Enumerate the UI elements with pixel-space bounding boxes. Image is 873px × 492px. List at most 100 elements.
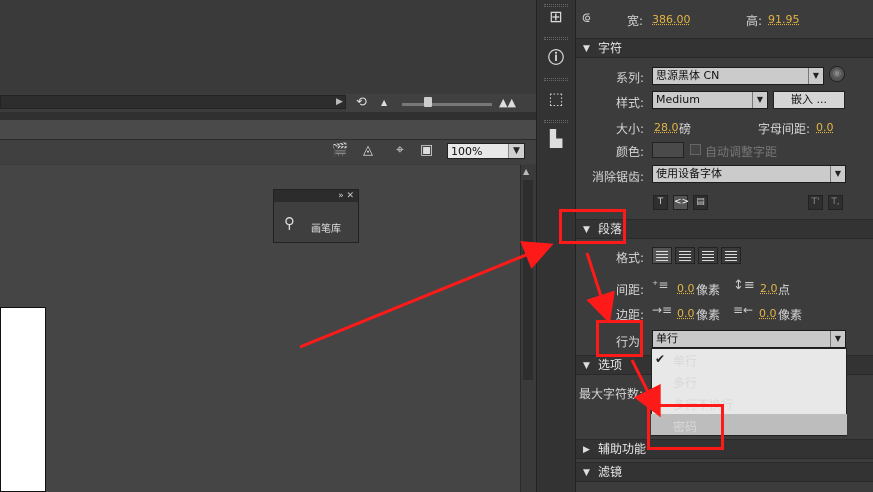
- indent-value[interactable]: 0.0: [677, 282, 695, 295]
- width-value[interactable]: 386.00: [652, 13, 691, 26]
- section-title: 辅助功能: [598, 442, 647, 456]
- slider-thumb[interactable]: [424, 97, 432, 107]
- line-spacing-unit: 点: [778, 283, 791, 297]
- canvas-area[interactable]: [0, 165, 520, 492]
- antialias-select[interactable]: 使用设备字体 ▼: [652, 165, 846, 183]
- scrollbar-thumb[interactable]: [523, 180, 533, 380]
- horizontal-scrollbar[interactable]: [0, 95, 346, 109]
- font-style-select[interactable]: Medium ▼: [652, 91, 768, 109]
- clip-icon[interactable]: ▣: [420, 142, 433, 158]
- height-value[interactable]: 91.95: [768, 13, 800, 26]
- globe-icon[interactable]: ◉: [829, 66, 845, 82]
- border-icon[interactable]: ▤: [693, 195, 708, 210]
- font-style-value: Medium: [656, 93, 700, 106]
- chevron-right-icon: ▶: [583, 445, 590, 455]
- tracking-label: 字母间距:: [758, 122, 811, 136]
- color-label: 颜色:: [616, 145, 645, 159]
- subscript-icon[interactable]: T,: [828, 195, 843, 210]
- justify-button[interactable]: [721, 247, 741, 264]
- align-center-button[interactable]: [675, 247, 695, 264]
- menu-item-multiline[interactable]: 多行: [673, 374, 697, 391]
- chevron-down-icon: ▼: [830, 166, 845, 182]
- style-label: 样式:: [616, 96, 645, 110]
- symbol-icon[interactable]: ◬: [363, 143, 373, 158]
- antialias-value: 使用设备字体: [656, 167, 722, 180]
- align-right-button[interactable]: [698, 247, 718, 264]
- info-icon[interactable]: ⓘ: [544, 47, 568, 69]
- tracking-value[interactable]: 0.0: [816, 121, 834, 134]
- stage-canvas[interactable]: [0, 307, 46, 492]
- transform-icon[interactable]: ⬚: [544, 88, 568, 110]
- zoom-select[interactable]: 100% ▼: [447, 143, 525, 159]
- scroll-right-arrow-icon[interactable]: ▶: [336, 97, 343, 107]
- loop-icon[interactable]: ⟲: [356, 95, 367, 110]
- section-title: 字符: [598, 41, 623, 55]
- scroll-up-arrow-icon[interactable]: ▲: [523, 167, 529, 176]
- timeline-zoom-slider[interactable]: [402, 103, 492, 106]
- section-accessibility[interactable]: ▶ 辅助功能: [576, 439, 873, 459]
- spacing-label: 间距:: [616, 283, 645, 297]
- right-margin-value[interactable]: 0.0: [759, 307, 777, 320]
- antialias-label: 消除锯齿:: [592, 170, 645, 184]
- panel-header: » ✕: [274, 190, 358, 202]
- embed-button[interactable]: 嵌入 ...: [773, 91, 845, 109]
- chevron-down-icon: ▼: [583, 361, 590, 371]
- left-margin-icon: →≡: [652, 303, 673, 317]
- auto-kern-label: 自动调整字距: [705, 145, 778, 159]
- clapper-icon[interactable]: 🎬: [332, 143, 348, 158]
- chevron-down-icon: ▼: [583, 468, 590, 478]
- stage-panel-bar: [0, 120, 536, 140]
- stage-top-area: [0, 0, 536, 94]
- chevron-down-icon: ▼: [508, 144, 524, 158]
- font-family-select[interactable]: 思源黑体 CN ▼: [652, 67, 824, 85]
- section-filters[interactable]: ▼ 滤镜: [576, 462, 873, 482]
- brush-library-label[interactable]: 画笔库: [311, 220, 341, 235]
- auto-kern-checkbox[interactable]: [690, 144, 701, 155]
- max-chars-label: 最大字符数:: [579, 387, 644, 401]
- width-label: 宽:: [627, 14, 644, 28]
- left-margin-value[interactable]: 0.0: [677, 307, 695, 320]
- align-left-button[interactable]: [652, 247, 672, 264]
- menu-item-single-line[interactable]: 单行: [673, 352, 697, 369]
- selectable-icon[interactable]: T: [653, 195, 668, 210]
- right-margin-icon: ≡←: [733, 303, 754, 317]
- superscript-icon[interactable]: T': [808, 195, 823, 210]
- render-html-icon[interactable]: <>: [673, 195, 689, 210]
- zoom-in-icon[interactable]: ▲▲: [499, 96, 516, 109]
- align-left-icon[interactable]: ▙: [544, 128, 568, 150]
- indent-icon: ⁺≡: [652, 278, 669, 292]
- line-spacing-value[interactable]: 2.0: [760, 282, 778, 295]
- size-label: 大小:: [616, 122, 645, 136]
- grip[interactable]: [544, 78, 568, 81]
- chevron-down-icon: ▼: [583, 44, 590, 54]
- center-stage-icon[interactable]: ⌖: [396, 142, 404, 158]
- zoom-value: 100%: [451, 145, 483, 158]
- section-title: 滤镜: [598, 465, 623, 479]
- left-margin-unit: 像素: [696, 308, 721, 322]
- annotation-box-password: [647, 404, 724, 450]
- link-icon[interactable]: ⟃: [582, 10, 590, 26]
- font-family-value: 思源黑体 CN: [656, 69, 720, 82]
- family-label: 系列:: [616, 71, 645, 85]
- grip[interactable]: [544, 120, 568, 123]
- align-icon[interactable]: ⊞: [544, 6, 568, 28]
- section-title: 选项: [598, 358, 623, 372]
- zoom-out-icon[interactable]: ▲: [381, 98, 387, 107]
- size-unit: 磅: [679, 122, 692, 136]
- panel-icon-strip: [536, 0, 576, 492]
- behavior-value: 单行: [656, 332, 678, 345]
- annotation-box-paragraph: [559, 209, 626, 244]
- behavior-select[interactable]: 单行 ▼: [652, 330, 846, 348]
- color-swatch[interactable]: [652, 142, 684, 158]
- section-character[interactable]: ▼ 字符: [576, 38, 873, 58]
- grip[interactable]: [544, 37, 568, 40]
- size-value[interactable]: 28.0: [654, 121, 679, 134]
- brush-icon: ⚲: [284, 214, 295, 232]
- line-spacing-icon: ↕≡: [733, 278, 755, 293]
- annotation-box-behavior: [596, 320, 643, 357]
- format-label: 格式:: [616, 251, 645, 265]
- chevron-down-icon: ▼: [830, 331, 845, 347]
- divider: [0, 112, 536, 120]
- right-margin-unit: 像素: [778, 308, 803, 322]
- indent-unit: 像素: [696, 283, 721, 297]
